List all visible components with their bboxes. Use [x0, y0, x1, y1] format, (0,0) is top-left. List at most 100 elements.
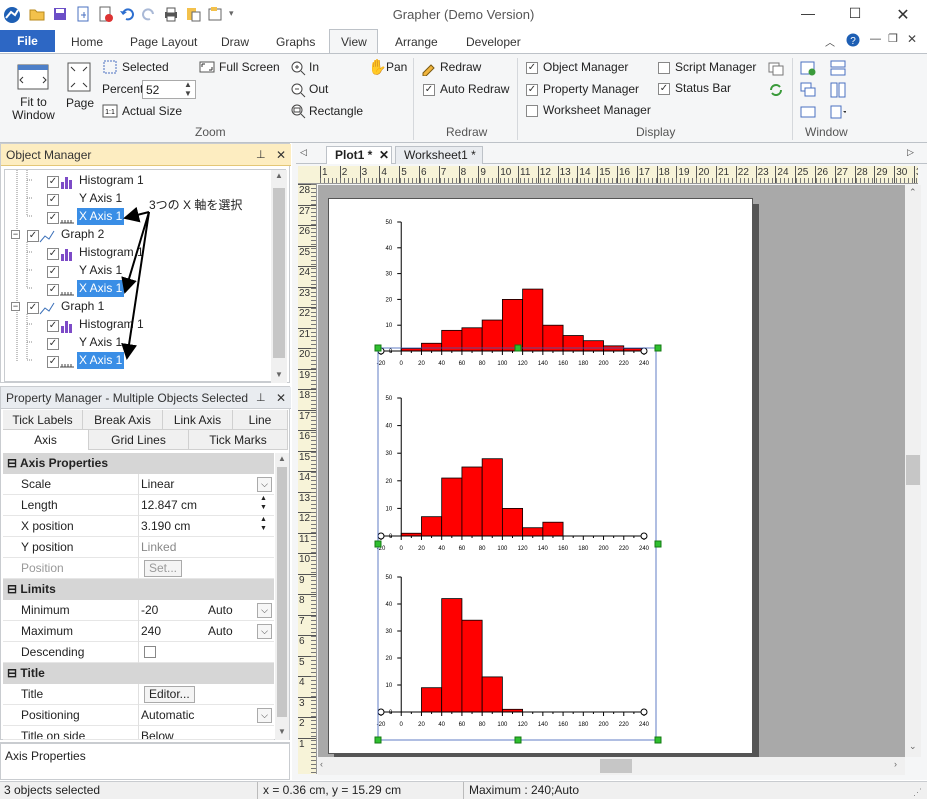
section-title[interactable]: ⊟ Title	[3, 663, 274, 684]
scale-dropdown[interactable]: Linear	[141, 474, 174, 495]
tabs-scroll-right-icon[interactable]: ▷	[907, 147, 914, 158]
node-checkbox[interactable]: ✓	[47, 176, 59, 188]
spinner-icon[interactable]: ▲ ▼	[260, 515, 267, 533]
tab-developer[interactable]: Developer	[466, 35, 521, 49]
descending-checkbox[interactable]	[144, 646, 156, 658]
node-checkbox[interactable]: ✓	[47, 194, 59, 206]
refresh-window-icon[interactable]	[768, 82, 784, 98]
collapse-graph2-icon[interactable]: −	[11, 230, 20, 239]
tree-scroll-up-icon[interactable]: ▲	[275, 171, 283, 180]
tab-axis-active[interactable]: Axis	[3, 430, 89, 450]
new-window-plus-icon[interactable]	[800, 60, 816, 76]
fit-to-window-button[interactable]: Fit to Window	[11, 96, 56, 122]
pin-icon[interactable]: ⊥	[256, 387, 266, 409]
percent-spinner-icon[interactable]: ▲ ▼	[184, 80, 192, 98]
tab-file[interactable]: File	[0, 30, 55, 52]
section-limits[interactable]: ⊟ Limits	[3, 579, 274, 600]
full-screen-button[interactable]: Full Screen	[219, 60, 280, 74]
canvas-scroll-right-icon[interactable]: ›	[894, 759, 897, 769]
maximum-input[interactable]: 240	[141, 621, 161, 642]
title-editor-button[interactable]: Editor...	[144, 686, 195, 703]
tree-scroll-thumb[interactable]	[273, 188, 285, 358]
tree-scroll-down-icon[interactable]: ▼	[275, 370, 283, 379]
pan-button[interactable]: Pan	[386, 60, 407, 74]
plot-canvas[interactable]: 0 10 20 30 40 50 -20 0 20 40 60 80 100 120 140 160 180 20…	[318, 185, 905, 757]
tab-draw[interactable]: Draw	[221, 35, 249, 49]
node-checkbox[interactable]: ✓	[27, 230, 39, 242]
tabs-scroll-left-icon[interactable]: ◁	[300, 147, 307, 158]
worksheet-manager-checkbox[interactable]	[526, 105, 538, 117]
node-checkbox[interactable]: ✓	[47, 284, 59, 296]
tree-node-graph1[interactable]: Graph 1	[61, 298, 104, 315]
section-axis-properties[interactable]: ⊟ Axis Properties	[3, 453, 274, 474]
tab-grid-lines[interactable]: Grid Lines	[89, 430, 189, 450]
zoom-out-button[interactable]: Out	[309, 82, 328, 96]
page-zoom-button[interactable]: Page	[66, 96, 94, 110]
maximize-icon[interactable]: ☐	[845, 5, 865, 25]
x-position-input[interactable]: 3.190 cm	[141, 516, 190, 537]
length-input[interactable]: 12.847 cm	[141, 495, 197, 516]
tree-scrollbar[interactable]: ▲ ▼	[271, 170, 287, 383]
redraw-button[interactable]: Redraw	[440, 60, 481, 74]
canvas-scroll-up-icon[interactable]: ⌃	[909, 187, 917, 198]
dropdown-arrow-icon[interactable]: ⌵	[257, 603, 272, 618]
canvas-scroll-left-icon[interactable]: ‹	[320, 759, 323, 769]
tab-tick-labels[interactable]: Tick Labels	[3, 410, 83, 430]
new-window-icon[interactable]	[768, 60, 784, 76]
switch-windows-icon[interactable]	[830, 104, 846, 120]
tile-horizontal-icon[interactable]	[830, 60, 846, 76]
tab-break-axis[interactable]: Break Axis	[83, 410, 163, 430]
collapse-ribbon-icon[interactable]: ︿	[825, 34, 835, 49]
tab-graphs[interactable]: Graphs	[276, 35, 315, 49]
tab-close-icon[interactable]: ✕	[379, 147, 389, 164]
tab-view[interactable]: View	[341, 35, 367, 49]
property-manager-checkbox[interactable]: ✓	[526, 84, 538, 96]
doc-minimize-icon[interactable]: —	[870, 33, 881, 45]
canvas-scroll-down-icon[interactable]: ⌄	[909, 741, 917, 752]
minimum-input[interactable]: -20	[141, 600, 158, 621]
dropdown-arrow-icon[interactable]: ⌵	[257, 477, 272, 492]
node-checkbox[interactable]: ✓	[47, 266, 59, 278]
resize-grip-icon[interactable]: ⋰	[913, 784, 922, 801]
tree-node-histogram[interactable]: Histogram 1	[79, 172, 144, 189]
tab-home[interactable]: Home	[71, 35, 103, 49]
pin-icon[interactable]: ⊥	[256, 144, 266, 166]
tab-page-layout[interactable]: Page Layout	[130, 35, 197, 49]
script-manager-checkbox[interactable]	[658, 62, 670, 74]
status-bar-checkbox[interactable]: ✓	[658, 83, 670, 95]
pm-scroll-down-icon[interactable]: ▼	[278, 727, 286, 736]
pm-scrollbar[interactable]: ▲ ▼	[275, 453, 289, 740]
tab-line[interactable]: Line	[233, 410, 288, 430]
node-checkbox[interactable]: ✓	[47, 338, 59, 350]
minimize-icon[interactable]: —	[798, 5, 818, 25]
node-checkbox[interactable]: ✓	[47, 248, 59, 260]
node-checkbox[interactable]: ✓	[47, 356, 59, 368]
node-checkbox[interactable]: ✓	[27, 302, 39, 314]
pm-close-icon[interactable]: ✕	[276, 387, 286, 409]
om-close-icon[interactable]: ✕	[276, 144, 286, 166]
arrange-icons-icon[interactable]	[800, 104, 816, 120]
spinner-icon[interactable]: ▲ ▼	[260, 494, 267, 512]
cascade-icon[interactable]	[800, 82, 816, 98]
positioning-dropdown[interactable]: Automatic	[141, 705, 194, 726]
zoom-rectangle-button[interactable]: Rectangle	[309, 104, 363, 118]
canvas-hscroll-thumb[interactable]	[600, 759, 632, 773]
node-checkbox[interactable]: ✓	[47, 212, 59, 224]
tab-plot1[interactable]: Plot1 * ✕	[326, 146, 392, 164]
maximum-mode[interactable]: Auto	[208, 621, 233, 642]
node-checkbox[interactable]: ✓	[47, 320, 59, 332]
collapse-graph1-icon[interactable]: −	[11, 302, 20, 311]
tab-tick-marks[interactable]: Tick Marks	[189, 430, 288, 450]
zoom-selected-button[interactable]: Selected	[122, 60, 169, 74]
tab-arrange[interactable]: Arrange	[395, 35, 438, 49]
doc-restore-icon[interactable]: ❐	[888, 32, 898, 45]
pm-scroll-up-icon[interactable]: ▲	[278, 454, 286, 463]
doc-close-icon[interactable]: ✕	[907, 32, 917, 46]
tile-vertical-icon[interactable]	[830, 82, 846, 98]
tab-worksheet1[interactable]: Worksheet1 *	[395, 146, 483, 164]
zoom-in-button[interactable]: In	[309, 60, 319, 74]
canvas-vscroll-thumb[interactable]	[906, 455, 920, 485]
help-icon[interactable]: ?	[846, 33, 860, 47]
close-icon[interactable]: ✕	[893, 5, 913, 25]
object-manager-checkbox[interactable]: ✓	[526, 62, 538, 74]
